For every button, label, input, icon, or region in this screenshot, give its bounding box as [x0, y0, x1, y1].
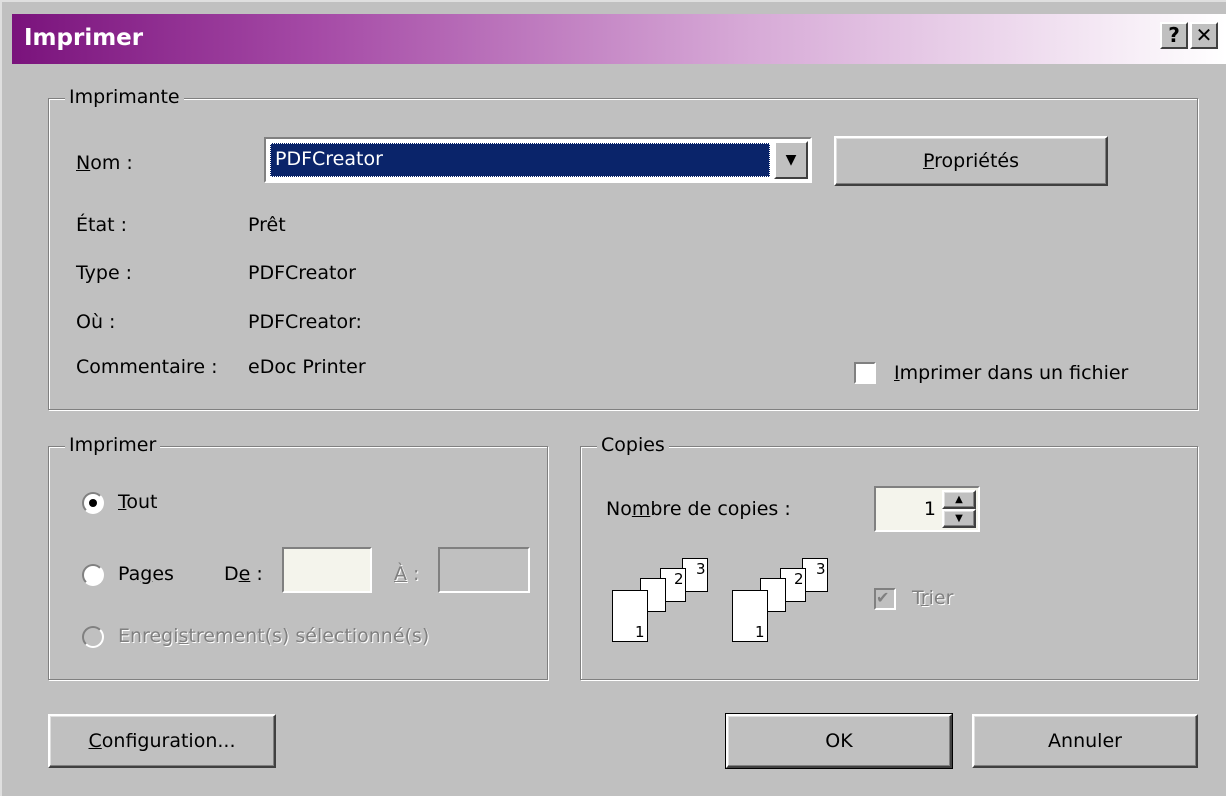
to-page-input[interactable]: [438, 547, 530, 593]
properties-button-label: Propriétés: [922, 150, 1020, 172]
status-label: État :: [76, 214, 127, 236]
comment-value: eDoc Printer: [248, 356, 366, 378]
collate-illustration-2: 3 2 1: [732, 558, 842, 648]
page-icon: 1: [732, 590, 768, 642]
radio-selection[interactable]: [82, 626, 104, 648]
help-button[interactable]: ?: [1160, 22, 1188, 49]
spin-up-button[interactable]: ▲: [942, 490, 976, 509]
properties-button[interactable]: Propriétés: [834, 136, 1108, 186]
print-to-file-label[interactable]: Imprimer dans un fichier: [894, 362, 1128, 384]
spin-down-button[interactable]: ▼: [942, 509, 976, 528]
copies-count-label: Nombre de copies :: [606, 498, 791, 520]
radio-all-label[interactable]: Tout: [118, 491, 158, 513]
copies-legend: Copies: [597, 434, 669, 456]
arrow-up-icon: ▲: [955, 494, 963, 505]
collate-illustration-1: 3 2 1: [612, 558, 722, 648]
checkmark-icon: ✔: [876, 588, 890, 607]
arrow-down-icon: ▼: [955, 513, 963, 524]
window-title: Imprimer: [24, 25, 144, 51]
ok-button[interactable]: OK: [725, 713, 953, 769]
cancel-button[interactable]: Annuler: [972, 714, 1198, 768]
status-value: Prêt: [248, 214, 286, 236]
collate-checkbox[interactable]: ✔: [874, 588, 896, 610]
dropdown-button[interactable]: ▼: [774, 141, 808, 179]
print-to-file-checkbox[interactable]: [854, 362, 876, 384]
type-value: PDFCreator: [248, 262, 356, 284]
where-label: Où :: [76, 311, 116, 333]
radio-dot: [89, 499, 97, 507]
setup-button[interactable]: Configuration...: [48, 714, 276, 768]
printer-group-legend: Imprimante: [65, 86, 184, 108]
close-button[interactable]: ✕: [1190, 22, 1218, 49]
to-label: À :: [394, 563, 420, 585]
cancel-button-label: Annuler: [1048, 730, 1122, 752]
radio-selection-label[interactable]: Enregistrement(s) sélectionné(s): [118, 625, 429, 647]
radio-pages[interactable]: [82, 564, 104, 586]
ok-button-label: OK: [825, 730, 853, 752]
copies-spinner[interactable]: 1 ▲ ▼: [874, 486, 980, 532]
radio-pages-label[interactable]: Pages: [118, 563, 174, 585]
setup-button-label: Configuration...: [88, 730, 236, 752]
from-label: De :: [224, 563, 263, 585]
printer-name-value: PDFCreator: [270, 143, 770, 177]
comment-label: Commentaire :: [76, 356, 218, 378]
copies-count-value: 1: [923, 498, 936, 520]
collate-label[interactable]: Trier: [912, 587, 953, 609]
from-page-input[interactable]: [282, 547, 372, 593]
chevron-down-icon: ▼: [785, 152, 797, 168]
title-bar: Imprimer ? ✕: [12, 14, 1226, 64]
print-dialog: Imprimer ? ✕ Imprimante Nom : PDFCreator…: [0, 0, 1226, 796]
print-range-legend: Imprimer: [65, 434, 161, 456]
type-label: Type :: [76, 262, 133, 284]
close-icon: ✕: [1195, 23, 1213, 47]
where-value: PDFCreator:: [248, 311, 362, 333]
printer-name-select[interactable]: PDFCreator ▼: [264, 137, 812, 183]
name-label: Nom :: [76, 152, 133, 174]
page-icon: 1: [612, 590, 648, 642]
radio-all[interactable]: [82, 492, 104, 514]
